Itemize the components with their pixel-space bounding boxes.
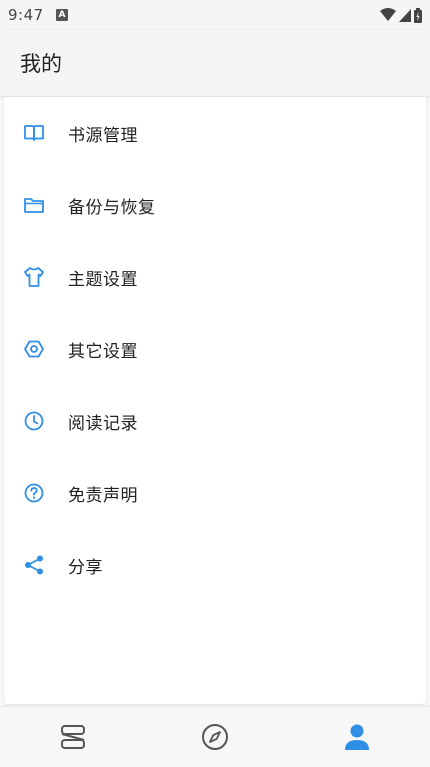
menu-item-disclaimer[interactable]: 免责声明: [4, 457, 426, 529]
clock-icon: [22, 409, 46, 433]
folder-icon: [22, 193, 46, 217]
status-indicators: [380, 6, 422, 24]
nav-profile-button[interactable]: [340, 721, 374, 753]
battery-icon: [414, 7, 422, 23]
menu-card: 书源管理 备份与恢复 主题设置 其它设置 阅读记录 免责声明 分享: [4, 97, 426, 704]
menu-item-other-settings[interactable]: 其它设置: [4, 313, 426, 385]
bookshelf-icon: [61, 725, 85, 749]
status-time: 9:47: [8, 6, 44, 24]
wifi-icon: [380, 8, 396, 21]
signal-icon: [399, 9, 411, 22]
page-title: 我的: [20, 52, 62, 76]
menu-item-label: 主题设置: [68, 269, 138, 290]
menu-item-book-source[interactable]: 书源管理: [4, 97, 426, 169]
menu-item-backup-restore[interactable]: 备份与恢复: [4, 169, 426, 241]
menu-item-label: 备份与恢复: [68, 197, 156, 218]
nav-bookshelf-button[interactable]: [56, 721, 90, 753]
menu-item-label: 分享: [68, 557, 103, 578]
menu-item-share[interactable]: 分享: [4, 529, 426, 601]
person-icon: [345, 724, 369, 750]
compass-icon: [202, 724, 228, 750]
menu-item-label: 书源管理: [68, 125, 138, 146]
menu-item-reading-history[interactable]: 阅读记录: [4, 385, 426, 457]
shirt-icon: [22, 265, 46, 289]
status-bar: 9:47 A: [0, 0, 430, 30]
menu-item-label: 其它设置: [68, 341, 138, 362]
bottom-navigation: [0, 706, 430, 767]
menu-item-label: 免责声明: [68, 485, 138, 506]
book-open-icon: [22, 121, 46, 145]
help-circle-icon: [22, 481, 46, 505]
notification-badge-icon: A: [56, 9, 68, 21]
menu-item-theme-settings[interactable]: 主题设置: [4, 241, 426, 313]
menu-item-label: 阅读记录: [68, 413, 138, 434]
share-icon: [22, 553, 46, 577]
app-bar: 我的: [0, 30, 430, 96]
nav-discover-button[interactable]: [198, 721, 232, 753]
hexagon-settings-icon: [22, 337, 46, 361]
